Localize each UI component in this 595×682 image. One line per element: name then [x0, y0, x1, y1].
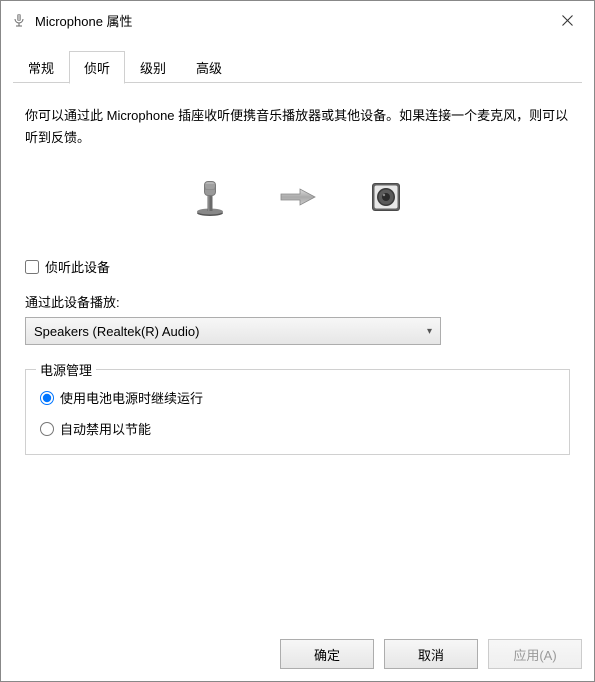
power-continue-radio[interactable] [40, 391, 54, 405]
tab-advanced[interactable]: 高级 [181, 51, 237, 83]
speaker-device-icon [366, 177, 406, 217]
dialog-footer: 确定 取消 应用(A) [1, 627, 594, 681]
microphone-icon [11, 12, 27, 28]
power-group-title: 电源管理 [36, 360, 96, 379]
listen-checkbox[interactable] [25, 260, 39, 274]
microphone-device-icon [190, 177, 230, 217]
power-disable-label[interactable]: 自动禁用以节能 [60, 419, 151, 438]
playback-label: 通过此设备播放: [25, 292, 570, 311]
tab-bar: 常规 侦听 级别 高级 [1, 39, 594, 83]
close-icon [562, 15, 573, 26]
description-text: 你可以通过此 Microphone 插座收听便携音乐播放器或其他设备。如果连接一… [25, 105, 570, 149]
titlebar: Microphone 属性 [1, 1, 594, 39]
arrow-right-icon [278, 187, 318, 207]
tab-listen[interactable]: 侦听 [69, 51, 125, 84]
listen-checkbox-row: 侦听此设备 [25, 257, 570, 276]
ok-button[interactable]: 确定 [280, 639, 374, 669]
power-option-disable-row: 自动禁用以节能 [40, 419, 555, 438]
apply-button[interactable]: 应用(A) [488, 639, 582, 669]
tab-levels[interactable]: 级别 [125, 51, 181, 83]
power-disable-radio[interactable] [40, 422, 54, 436]
playback-device-dropdown[interactable]: Speakers (Realtek(R) Audio) ▾ [25, 317, 441, 345]
cancel-button[interactable]: 取消 [384, 639, 478, 669]
playback-selected-value: Speakers (Realtek(R) Audio) [34, 324, 199, 339]
power-option-continue-row: 使用电池电源时继续运行 [40, 388, 555, 407]
listen-checkbox-label[interactable]: 侦听此设备 [45, 257, 110, 276]
tab-content: 你可以通过此 Microphone 插座收听便携音乐播放器或其他设备。如果连接一… [1, 83, 594, 627]
power-continue-label[interactable]: 使用电池电源时继续运行 [60, 388, 203, 407]
tab-general[interactable]: 常规 [13, 51, 69, 83]
window-title: Microphone 属性 [35, 11, 544, 30]
dialog-window: Microphone 属性 常规 侦听 级别 高级 你可以通过此 Microph… [0, 0, 595, 682]
power-management-group: 电源管理 使用电池电源时继续运行 自动禁用以节能 [25, 369, 570, 455]
close-button[interactable] [544, 4, 590, 36]
devices-diagram [25, 177, 570, 217]
chevron-down-icon: ▾ [427, 326, 432, 337]
